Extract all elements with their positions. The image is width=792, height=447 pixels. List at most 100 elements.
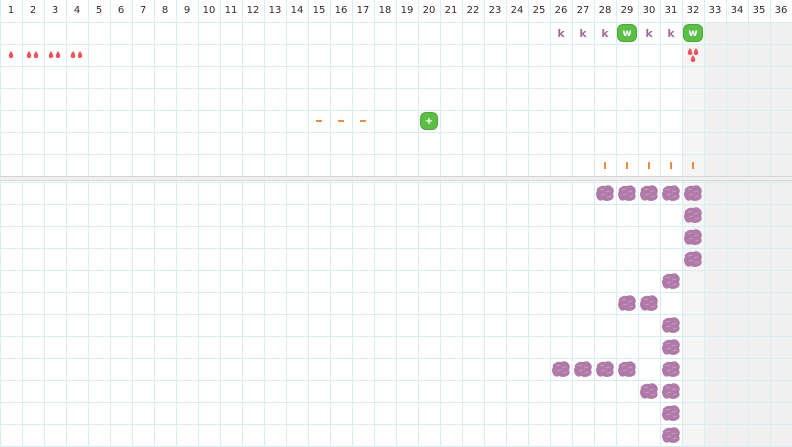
- board-cell[interactable]: [352, 110, 374, 132]
- column-header: 36: [774, 5, 788, 16]
- board-cell[interactable]: [660, 182, 682, 204]
- board-cell[interactable]: [682, 182, 704, 204]
- grid-line-horizontal: [0, 204, 792, 205]
- w-token: w: [684, 25, 702, 41]
- column-header: 13: [268, 5, 282, 16]
- board-cell[interactable]: [682, 154, 704, 176]
- dash-marker: [316, 120, 322, 122]
- blob-icon: [552, 361, 570, 377]
- column-header: 12: [246, 5, 260, 16]
- board-cell[interactable]: [44, 44, 66, 66]
- column-header: 8: [161, 5, 169, 16]
- board-cell[interactable]: [616, 292, 638, 314]
- blob-icon: [618, 295, 636, 311]
- tick-marker: [626, 161, 628, 169]
- column-header: 7: [139, 5, 147, 16]
- board-cell[interactable]: [638, 292, 660, 314]
- grid-line-horizontal: [0, 44, 792, 45]
- column-header: 1: [7, 5, 15, 16]
- board-cell[interactable]: [594, 182, 616, 204]
- board-cell[interactable]: [660, 424, 682, 446]
- k-token: k: [667, 26, 675, 40]
- blob-icon: [684, 251, 702, 267]
- plus-token: +: [421, 113, 437, 129]
- column-header: 4: [73, 5, 81, 16]
- board-cell[interactable]: [682, 226, 704, 248]
- board-cell[interactable]: [66, 44, 88, 66]
- board-cell[interactable]: w: [682, 22, 704, 44]
- drop-icon: [26, 51, 39, 58]
- column-header: 6: [117, 5, 125, 16]
- k-token: k: [645, 26, 653, 40]
- drop-icon: [70, 51, 83, 58]
- blob-icon: [684, 207, 702, 223]
- column-header: 18: [378, 5, 392, 16]
- blob-icon: [618, 361, 636, 377]
- board-cell[interactable]: [660, 154, 682, 176]
- blob-icon: [640, 185, 658, 201]
- board-cell[interactable]: [660, 380, 682, 402]
- board-cell[interactable]: [682, 248, 704, 270]
- grid-line-horizontal: [0, 226, 792, 227]
- blob-icon: [574, 361, 592, 377]
- column-header: 16: [334, 5, 348, 16]
- column-header: 5: [95, 5, 103, 16]
- column-header: 35: [752, 5, 766, 16]
- board-cell[interactable]: [22, 44, 44, 66]
- dash-marker: [338, 120, 344, 122]
- board-cell[interactable]: [550, 358, 572, 380]
- board-cell[interactable]: [330, 110, 352, 132]
- tick-marker: [648, 161, 650, 169]
- board-cell[interactable]: k: [572, 22, 594, 44]
- board-cell[interactable]: k: [660, 22, 682, 44]
- board-cell[interactable]: [638, 182, 660, 204]
- blob-icon: [640, 295, 658, 311]
- board-cell[interactable]: [616, 358, 638, 380]
- board-cell[interactable]: w: [616, 22, 638, 44]
- board-cell[interactable]: [594, 358, 616, 380]
- column-header: 9: [183, 5, 191, 16]
- blob-icon: [662, 317, 680, 333]
- board-cell[interactable]: k: [594, 22, 616, 44]
- board-cell[interactable]: [660, 314, 682, 336]
- board-cell[interactable]: [638, 154, 660, 176]
- column-header: 22: [466, 5, 480, 16]
- column-header: 17: [356, 5, 370, 16]
- grid-line-horizontal: [0, 248, 792, 249]
- dash-marker: [360, 120, 366, 122]
- blob-icon: [662, 427, 680, 443]
- column-header: 34: [730, 5, 744, 16]
- board-cell[interactable]: [660, 270, 682, 292]
- board-cell[interactable]: k: [550, 22, 572, 44]
- game-board: 1 2 3 4 5 6 7 8 9 10 11 12 13 14 15 16 17 18 19 20 21 22 23 24 2…: [0, 0, 792, 447]
- column-header: 10: [202, 5, 216, 16]
- grid-line-horizontal: [0, 66, 792, 67]
- blob-icon: [640, 383, 658, 399]
- board-cell[interactable]: [616, 154, 638, 176]
- board-cell[interactable]: [682, 44, 704, 66]
- drop-icon: [687, 48, 699, 62]
- board-cell[interactable]: [616, 182, 638, 204]
- board-cell[interactable]: [682, 204, 704, 226]
- board-cell[interactable]: k: [638, 22, 660, 44]
- board-cell[interactable]: [660, 402, 682, 424]
- board-cell[interactable]: [572, 358, 594, 380]
- board-cell[interactable]: [0, 44, 22, 66]
- blob-icon: [596, 361, 614, 377]
- blob-icon: [596, 185, 614, 201]
- k-token: k: [601, 26, 609, 40]
- board-cell[interactable]: [660, 358, 682, 380]
- blob-icon: [662, 405, 680, 421]
- grid-line-horizontal: [0, 88, 792, 89]
- column-header: 31: [664, 5, 678, 16]
- board-cell[interactable]: [660, 336, 682, 358]
- tick-marker: [670, 161, 672, 169]
- board-cell[interactable]: [594, 154, 616, 176]
- column-header: 14: [290, 5, 304, 16]
- blob-icon: [684, 185, 702, 201]
- board-cell[interactable]: +: [418, 110, 440, 132]
- column-header: 28: [598, 5, 612, 16]
- column-header: 25: [532, 5, 546, 16]
- board-cell[interactable]: [638, 380, 660, 402]
- board-cell[interactable]: [308, 110, 330, 132]
